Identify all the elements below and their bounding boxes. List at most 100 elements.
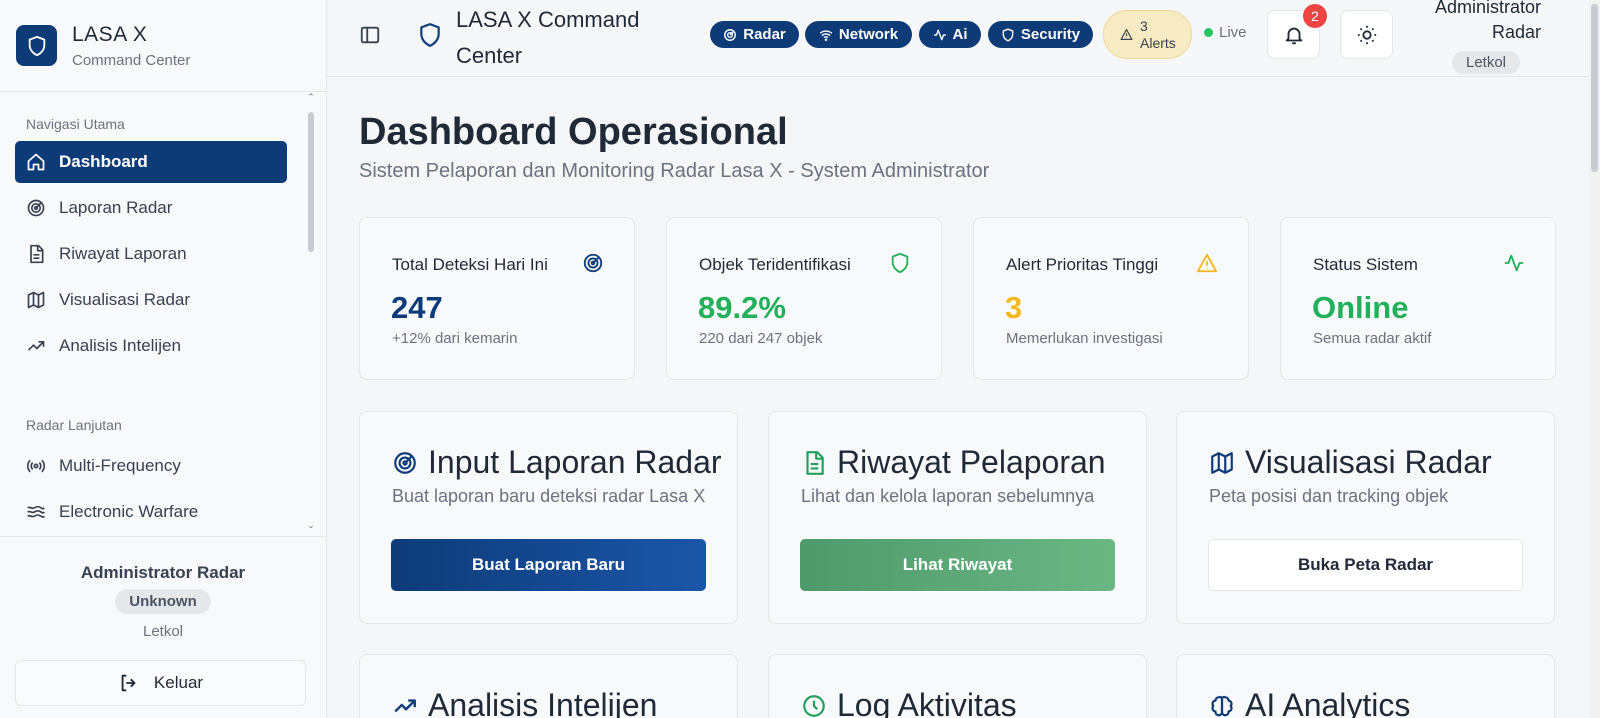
sidebar-item-multi-frequency[interactable]: Multi-Frequency [15, 445, 287, 487]
stat-card-status: Status Sistem Online Semua radar aktif [1280, 217, 1556, 380]
logout-button[interactable]: Keluar [15, 660, 306, 706]
page-scrollbar[interactable] [1589, 0, 1600, 718]
alerts-count: 3 [1140, 17, 1148, 34]
home-icon [27, 153, 45, 171]
sun-icon [1357, 25, 1376, 44]
status-pill-network[interactable]: Network [805, 21, 912, 48]
stat-desc: 220 dari 247 objek [699, 330, 823, 347]
stat-label: Objek Teridentifikasi [699, 255, 851, 274]
status-pill-radar[interactable]: Radar [710, 21, 799, 48]
action-card-log: Log Aktivitas [768, 654, 1147, 718]
page-subtitle: Sistem Pelaporan dan Monitoring Radar La… [359, 160, 990, 182]
sidebar-item-label: Visualisasi Radar [59, 290, 191, 309]
action-card-visualisasi: Visualisasi Radar Peta posisi dan tracki… [1176, 411, 1555, 624]
sidebar-item-electronic-warfare[interactable]: Electronic Warfare [15, 491, 287, 533]
stat-label: Status Sistem [1313, 255, 1418, 274]
action-card-ai-analytics: AI Analytics [1176, 654, 1555, 718]
action-desc: Buat laporan baru deteksi radar Lasa X [392, 486, 706, 506]
live-indicator: Live [1204, 24, 1247, 41]
notifications-button[interactable]: 2 [1267, 4, 1327, 59]
brand: LASA X Command Center [0, 0, 326, 92]
chevron-up-icon[interactable]: ⌃ [306, 92, 316, 103]
stat-card-objek: Objek Teridentifikasi 89.2% 220 dari 247… [666, 217, 942, 380]
action-title: Analisis Intelijen [428, 687, 658, 718]
sidebar-toggle-icon[interactable] [359, 24, 381, 46]
stat-card-alert: Alert Prioritas Tinggi 3 Memerlukan inve… [973, 217, 1249, 380]
action-title: Riwayat Pelaporan [837, 444, 1106, 480]
action-card-input-laporan: Input Laporan Radar Buat laporan baru de… [359, 411, 738, 624]
page-scroll-thumb[interactable] [1591, 4, 1598, 172]
footer-user-badge: Unknown [115, 589, 211, 614]
alerts-badge[interactable]: 3 Alerts [1103, 10, 1192, 59]
pill-label: Security [1020, 26, 1081, 43]
notification-count: 2 [1303, 4, 1327, 28]
broadcast-icon [26, 459, 46, 473]
sidebar: LASA X Command Center Navigasi Utama Das… [0, 0, 327, 718]
status-pill-security[interactable]: Security [988, 21, 1093, 48]
buat-laporan-button[interactable]: Buat Laporan Baru [391, 539, 706, 591]
pill-label: Radar [743, 26, 786, 43]
stat-desc: Semua radar aktif [1313, 330, 1432, 347]
file-text-icon [30, 244, 44, 264]
sidebar-item-dashboard[interactable]: Dashboard [15, 141, 287, 183]
footer-user-name: Administrator Radar [80, 563, 246, 582]
buka-peta-button[interactable]: Buka Peta Radar [1208, 539, 1523, 591]
bell-icon [1285, 27, 1302, 44]
header-title: LASA X Command Center [456, 7, 640, 68]
warning-icon [1196, 253, 1218, 273]
trending-up-icon [394, 698, 416, 712]
map-icon [1211, 451, 1233, 474]
sidebar-item-laporan-radar[interactable]: Laporan Radar [15, 187, 287, 229]
sidebar-item-label: Analisis Intelijen [59, 336, 181, 355]
shield-icon [1002, 27, 1014, 42]
stat-value: Online [1312, 290, 1409, 325]
nav-section-main: Navigasi Utama [26, 116, 125, 132]
page-title: Dashboard Operasional [359, 111, 788, 153]
brain-icon [1211, 695, 1233, 716]
stat-card-deteksi: Total Deteksi Hari Ini 247 +12% dari kem… [359, 217, 635, 380]
brand-subtitle: Command Center [72, 52, 191, 69]
shield-icon [420, 23, 440, 47]
sidebar-item-label: Electronic Warfare [59, 502, 199, 521]
status-pill-ai[interactable]: Ai [919, 21, 981, 48]
sidebar-item-visualisasi-radar[interactable]: Visualisasi Radar [15, 279, 287, 321]
live-dot [1204, 28, 1213, 37]
trending-up-icon [27, 341, 45, 351]
stat-value: 89.2% [698, 290, 786, 325]
map-icon [27, 291, 45, 309]
logout-icon [121, 674, 136, 692]
pill-label: Network [838, 26, 899, 43]
clock-icon [803, 694, 825, 717]
stat-desc: Memerlukan investigasi [1006, 330, 1163, 347]
stat-value: 3 [1005, 290, 1023, 325]
logout-label: Keluar [153, 673, 204, 692]
header-user-name[interactable]: Administrator Radar [1381, 0, 1541, 45]
sidebar-scroll-thumb[interactable] [308, 112, 314, 252]
pill-label: Ai [952, 26, 968, 43]
action-card-riwayat: Riwayat Pelaporan Lihat dan kelola lapor… [768, 411, 1147, 624]
sidebar-scrollbar[interactable]: ⌃ ⌄ [306, 92, 316, 535]
header-user-rank: Letkol [1452, 51, 1520, 74]
radar-icon [394, 451, 416, 474]
shield-icon [16, 25, 57, 66]
stat-label: Total Deteksi Hari Ini [392, 255, 548, 274]
live-label: Live [1219, 24, 1247, 41]
brand-title: LASA X [72, 23, 148, 46]
lihat-riwayat-button[interactable]: Lihat Riwayat [800, 539, 1115, 591]
file-text-icon [806, 450, 824, 475]
sidebar-item-analisis-intelijen[interactable]: Analisis Intelijen [15, 325, 287, 367]
radar-icon [724, 28, 737, 41]
wifi-icon [819, 29, 833, 41]
sidebar-item-riwayat-laporan[interactable]: Riwayat Laporan [15, 233, 287, 275]
stat-desc: +12% dari kemarin [392, 330, 518, 347]
warning-icon [1120, 29, 1133, 40]
chevron-down-icon[interactable]: ⌄ [306, 520, 316, 531]
action-title: Log Aktivitas [837, 687, 1017, 718]
action-title: AI Analytics [1245, 687, 1411, 718]
action-card-analisis: Analisis Intelijen [359, 654, 738, 718]
stat-value: 247 [391, 290, 443, 325]
radar-icon [583, 253, 603, 273]
waves-icon [27, 505, 45, 518]
sidebar-item-label: Laporan Radar [59, 198, 173, 217]
sidebar-item-label: Multi-Frequency [59, 456, 181, 475]
